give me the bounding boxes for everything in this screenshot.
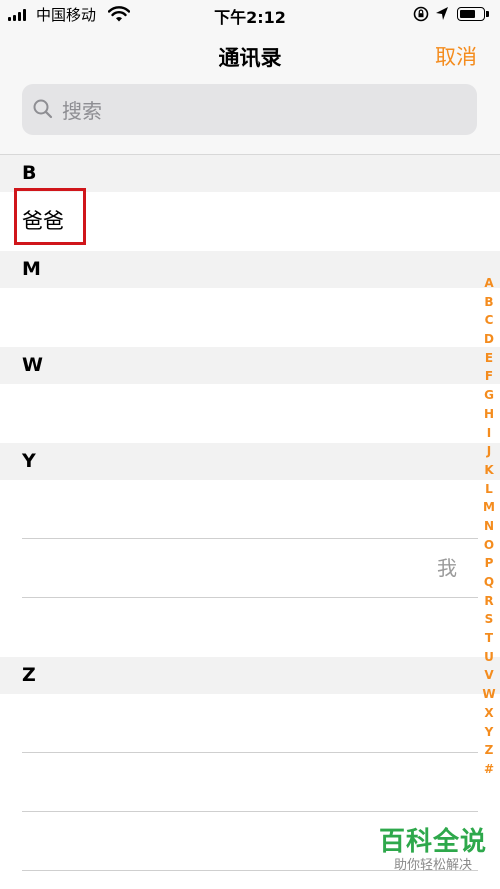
search-bar[interactable] bbox=[22, 84, 477, 137]
index-letter[interactable]: B bbox=[484, 293, 493, 312]
index-letter[interactable]: Y bbox=[485, 723, 494, 742]
watermark: 百科全说 助你轻松解决 bbox=[373, 826, 493, 874]
contact-row[interactable] bbox=[0, 288, 500, 347]
alphabet-index[interactable]: A B C D E F G H I J K L M N O P Q R S T U V W X Y Z # bbox=[482, 274, 495, 779]
index-letter[interactable]: E bbox=[485, 349, 493, 368]
rotation-lock-icon bbox=[413, 6, 429, 22]
contact-row[interactable] bbox=[0, 753, 500, 812]
contact-row[interactable] bbox=[0, 694, 500, 753]
section-header-w: W bbox=[0, 347, 500, 384]
index-letter[interactable]: I bbox=[487, 424, 491, 443]
battery-icon bbox=[457, 7, 489, 21]
index-letter[interactable]: G bbox=[484, 386, 494, 405]
section-header-m: M bbox=[0, 251, 500, 288]
index-letter[interactable]: S bbox=[485, 610, 494, 629]
index-letter[interactable]: X bbox=[484, 704, 493, 723]
index-letter[interactable]: W bbox=[482, 685, 495, 704]
search-icon bbox=[33, 99, 53, 119]
index-letter[interactable]: K bbox=[484, 461, 493, 480]
index-letter[interactable]: D bbox=[484, 330, 494, 349]
status-bar: 中国移动 下午2:12 bbox=[0, 0, 500, 30]
watermark-logo: 百科全说 bbox=[378, 827, 487, 857]
index-letter[interactable]: H bbox=[484, 405, 494, 424]
location-arrow-icon bbox=[436, 7, 448, 20]
index-letter[interactable]: A bbox=[484, 274, 493, 293]
contact-name: 爸爸 bbox=[22, 209, 64, 233]
contact-row[interactable] bbox=[0, 598, 500, 657]
index-letter[interactable]: O bbox=[484, 536, 494, 555]
index-letter[interactable]: T bbox=[485, 629, 493, 648]
index-letter[interactable]: J bbox=[487, 442, 491, 461]
contact-row[interactable] bbox=[0, 384, 500, 443]
index-letter[interactable]: L bbox=[485, 480, 493, 499]
index-letter[interactable]: Z bbox=[485, 741, 494, 760]
my-card-label: 我 bbox=[437, 556, 457, 580]
section-header-z: Z bbox=[0, 657, 500, 694]
index-letter[interactable]: F bbox=[485, 367, 493, 386]
index-letter[interactable]: C bbox=[485, 311, 494, 330]
watermark-subtitle: 助你轻松解决 bbox=[393, 858, 472, 873]
index-letter[interactable]: Q bbox=[484, 573, 494, 592]
section-header-b: B bbox=[0, 155, 500, 192]
index-letter[interactable]: U bbox=[484, 648, 494, 667]
contact-row[interactable] bbox=[0, 480, 500, 539]
contact-row[interactable]: 我 bbox=[0, 539, 500, 598]
index-letter[interactable]: # bbox=[484, 760, 494, 779]
section-header-y: Y bbox=[0, 443, 500, 480]
search-input[interactable] bbox=[60, 84, 464, 137]
navigation-bar: 通讯录 取消 bbox=[0, 30, 500, 155]
index-letter[interactable]: M bbox=[483, 498, 495, 517]
index-letter[interactable]: N bbox=[484, 517, 494, 536]
index-letter[interactable]: P bbox=[485, 554, 494, 573]
cancel-button[interactable]: 取消 bbox=[435, 41, 477, 71]
index-letter[interactable]: V bbox=[484, 666, 493, 685]
page-title: 通讯录 bbox=[218, 46, 282, 70]
contact-list: B 爸爸 M W Y 我 Z bbox=[0, 155, 500, 871]
index-letter[interactable]: R bbox=[484, 592, 493, 611]
contact-row[interactable]: 爸爸 bbox=[0, 192, 500, 251]
